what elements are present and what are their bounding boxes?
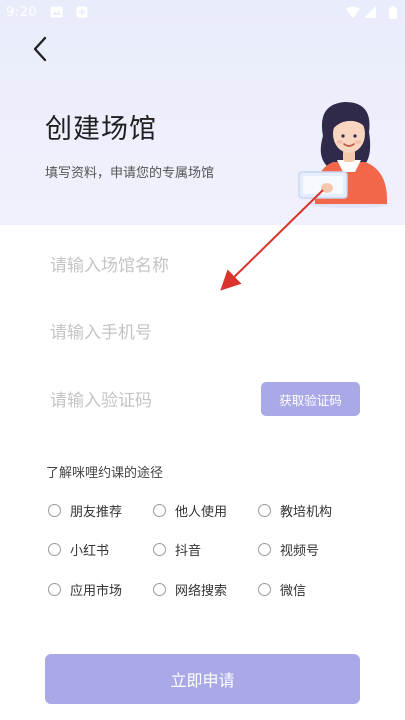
source-option-wechat[interactable]: 微信 [258,580,306,599]
venue-name-input[interactable] [50,251,350,281]
option-label: 小红书 [70,544,110,559]
option-label: 视频号 [280,544,320,559]
page-title: 创建场馆 [45,114,157,145]
radio-icon [153,504,166,517]
status-time: 9:20 [6,5,38,20]
back-button[interactable] [26,36,54,66]
option-label: 网络搜索 [175,584,228,599]
option-label: 他人使用 [175,505,228,520]
get-code-button[interactable]: 获取验证码 [261,382,360,416]
source-option-channels[interactable]: 视频号 [258,540,319,559]
option-label: 微信 [280,584,307,599]
radio-icon [153,543,166,556]
source-section-label: 了解咪哩约课的途径 [46,466,164,481]
woman-with-tablet-illustration [298,102,389,208]
page-subtitle: 填写资料，申请您的专属场馆 [45,166,215,181]
submit-application-button[interactable]: 立即申请 [45,654,360,704]
option-label: 朋友推荐 [70,505,123,520]
source-option-web-search[interactable]: 网络搜索 [153,580,227,599]
option-label: 应用市场 [70,584,123,599]
phone-input[interactable] [50,318,350,348]
radio-icon [48,504,61,517]
wifi-icon [346,6,360,22]
source-option-douyin[interactable]: 抖音 [153,540,201,559]
signal-icon [364,6,376,22]
image-icon [50,6,63,22]
source-option-xiaohongshu[interactable]: 小红书 [48,540,109,559]
back-arrow-icon [32,36,48,66]
source-option-others[interactable]: 他人使用 [153,501,227,520]
radio-icon [258,583,271,596]
radio-icon [258,543,271,556]
radio-icon [48,543,61,556]
source-option-friend[interactable]: 朋友推荐 [48,501,122,520]
source-option-app-store[interactable]: 应用市场 [48,580,122,599]
option-label: 抖音 [175,544,202,559]
notification-icon [76,6,88,22]
source-option-institution[interactable]: 教培机构 [258,501,332,520]
option-label: 教培机构 [280,505,333,520]
status-bar: 9:20 [0,0,405,26]
verification-code-input[interactable] [50,386,250,416]
battery-icon [389,6,397,23]
radio-icon [258,504,271,517]
radio-icon [153,583,166,596]
radio-icon [48,583,61,596]
